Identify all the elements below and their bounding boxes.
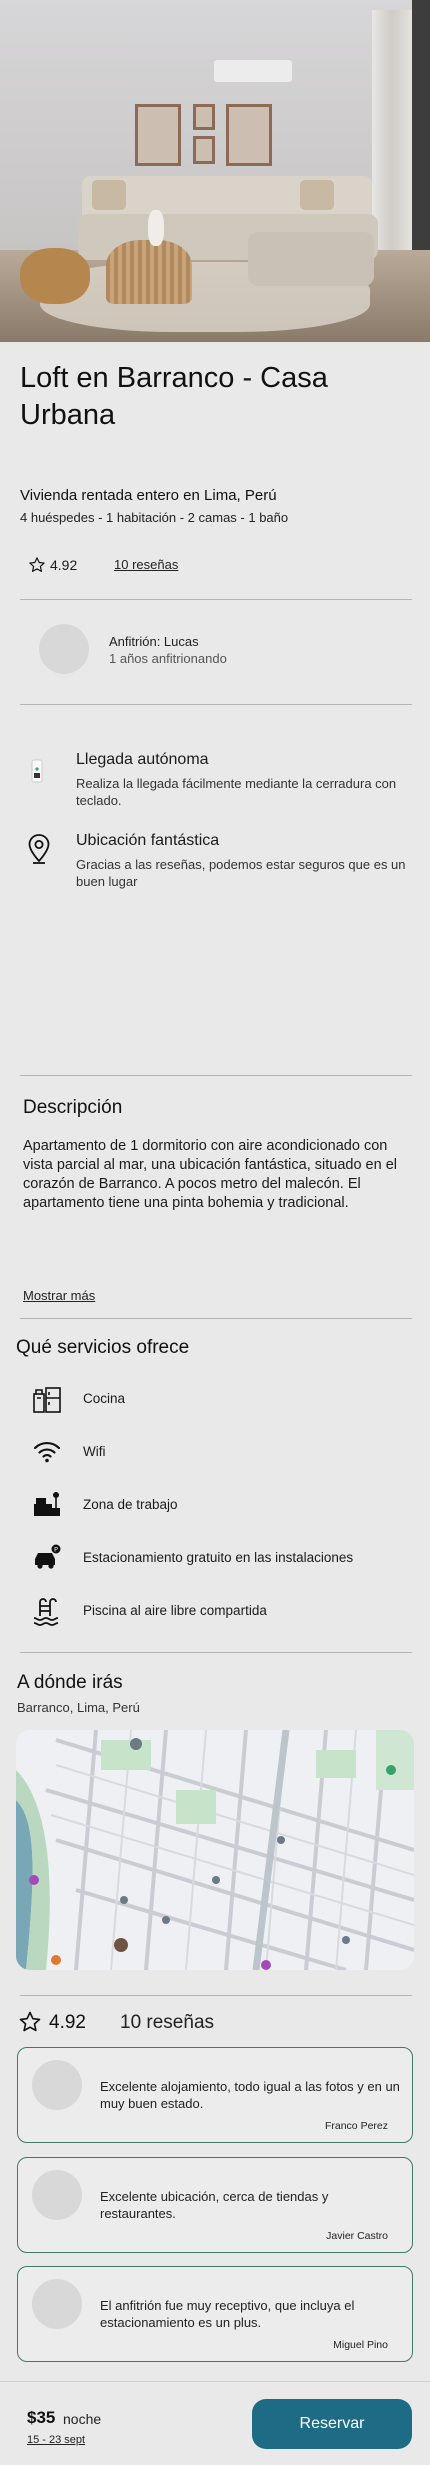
reviews-count[interactable]: 10 reseñas	[120, 2012, 214, 2034]
review-author: Franco Perez	[324, 2120, 388, 2132]
review-card[interactable]: El anfitrión fue muy receptivo, que incl…	[17, 2266, 413, 2362]
listing-subtitle: Vivienda rentada entero en Lima, Perú	[20, 487, 277, 504]
review-text: Excelente ubicación, cerca de tiendas y …	[100, 2189, 329, 2221]
reviewer-avatar	[32, 2170, 82, 2220]
reviewer-avatar	[32, 2060, 82, 2110]
divider	[20, 1652, 412, 1653]
reserve-button[interactable]: Reservar	[252, 2399, 412, 2449]
review-card[interactable]: Excelente ubicación, cerca de tiendas y …	[17, 2157, 413, 2253]
listing-title: Loft en Barranco - Casa Urbana	[20, 362, 328, 431]
host-years: 1 años anfitrionando	[109, 651, 227, 666]
map[interactable]	[16, 1730, 414, 1970]
divider	[20, 1318, 412, 1319]
feature-desc: Realiza la llegada fácilmente mediante l…	[76, 776, 397, 808]
svg-text:P: P	[54, 1546, 58, 1554]
listing-details: 4 huéspedes - 1 habitación - 2 camas - 1…	[20, 510, 289, 525]
feature-title: Llegada autónoma	[76, 751, 209, 768]
kitchen-icon	[33, 1387, 61, 1413]
review-text: Excelente alojamiento, todo igual a las …	[100, 2079, 400, 2111]
host-name: Anfitrión: Lucas	[109, 634, 199, 649]
reviews-link[interactable]: 10 reseñas	[114, 557, 178, 572]
dates-link[interactable]: 15 - 23 sept	[27, 2434, 85, 2446]
reviews-rating: 4.92	[49, 2012, 86, 2033]
workspace-icon	[34, 1492, 60, 1516]
coffee-table	[106, 240, 192, 304]
services-heading: Qué servicios ofrece	[16, 1337, 190, 1358]
pool-icon	[33, 1598, 59, 1626]
rating-value: 4.92	[50, 557, 78, 573]
feature-title: Ubicación fantástica	[76, 832, 220, 849]
description-heading: Descripción	[23, 1097, 123, 1118]
map-graphic	[16, 1730, 414, 1970]
wall-frame	[135, 104, 181, 166]
service-label: Piscina al aire libre compartida	[83, 1603, 267, 1618]
listing-photo[interactable]	[0, 0, 430, 342]
review-author: Miguel Pino	[333, 2339, 388, 2351]
rating: 4.92	[28, 555, 77, 575]
reviewer-avatar	[32, 2279, 82, 2329]
wall-frame	[193, 104, 215, 130]
divider	[20, 1995, 412, 1996]
door-key-icon	[31, 759, 43, 783]
divider	[20, 1075, 412, 1076]
location-heading: A dónde irás	[17, 1672, 123, 1693]
wifi-icon	[33, 1441, 61, 1463]
review-author: Javier Castro	[326, 2230, 388, 2242]
location-pin-icon	[28, 834, 50, 864]
parking-car-icon: P	[35, 1544, 61, 1569]
wall-frame	[226, 104, 272, 166]
service-label: Wifi	[83, 1444, 106, 1459]
feature-desc: Gracias a las reseñas, podemos estar seg…	[76, 857, 406, 889]
price-unit: noche	[63, 2411, 102, 2427]
divider	[20, 599, 412, 600]
price: $35	[27, 2408, 56, 2427]
star-icon	[19, 2011, 41, 2032]
service-label: Estacionamiento gratuito en las instalac…	[83, 1550, 354, 1565]
location-address: Barranco, Lima, Perú	[17, 1700, 140, 1715]
air-conditioner	[214, 60, 292, 82]
review-text: El anfitrión fue muy receptivo, que incl…	[100, 2298, 355, 2330]
show-more-link[interactable]: Mostrar más	[23, 1288, 95, 1303]
service-label: Zona de trabajo	[83, 1497, 178, 1512]
description-text: Apartamento de 1 dormitorio con aire aco…	[23, 1138, 397, 1211]
review-card[interactable]: Excelente alojamiento, todo igual a las …	[17, 2047, 413, 2143]
divider	[20, 704, 412, 705]
star-icon	[29, 557, 45, 572]
service-label: Cocina	[83, 1391, 126, 1406]
wall-frame	[193, 136, 215, 164]
host-avatar[interactable]	[39, 624, 89, 674]
